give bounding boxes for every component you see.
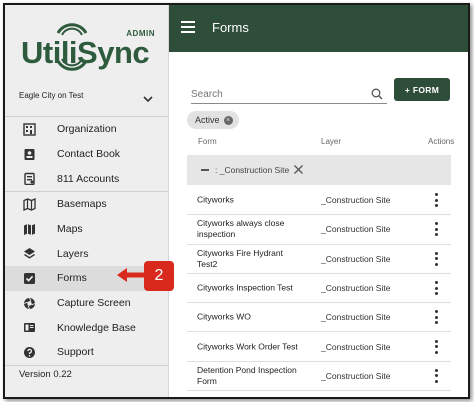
chip-label: Active	[195, 115, 220, 125]
main-content: + FORM Active × Form Layer Actions : _Co…	[169, 52, 468, 397]
form-name: Detention Pond Inspection Form	[197, 364, 297, 386]
column-header-actions: Actions	[428, 137, 455, 146]
forms-table-body: Cityworks _Construction Site Cityworks a…	[187, 186, 451, 392]
form-name: Cityworks WO	[197, 311, 251, 322]
column-header-form[interactable]: Form	[198, 137, 217, 146]
nav-group-admin: Organization Contact Book 811 Accounts	[5, 117, 168, 193]
map-outline-icon	[22, 197, 36, 211]
sidebar-item-label: Forms	[57, 272, 87, 285]
clipboard-icon	[22, 172, 36, 186]
camera-shutter-icon	[22, 296, 36, 310]
search-icon[interactable]	[371, 88, 383, 100]
sidebar-item-label: Contact Book	[57, 148, 121, 161]
layer-name: _Construction Site	[321, 341, 391, 352]
sidebar-item-contact-book[interactable]: Contact Book	[5, 142, 168, 167]
sidebar-item-label: Knowledge Base	[57, 321, 136, 334]
active-filter-chip[interactable]: Active ×	[187, 111, 239, 129]
book-icon	[22, 321, 36, 335]
form-name: Cityworks	[197, 194, 234, 205]
layer-name: _Construction Site	[321, 195, 391, 206]
callout-arrow-icon	[117, 268, 147, 282]
form-name: Cityworks Work Order Test	[197, 341, 298, 352]
sidebar-item-label: Basemaps	[57, 198, 107, 211]
callout-badge: 2	[144, 261, 174, 291]
sidebar: ADMIN UtiliSync Eagle City on Test Organ…	[5, 5, 169, 397]
utilisync-logo[interactable]: ADMIN UtiliSync	[19, 13, 159, 75]
more-actions-icon[interactable]	[433, 368, 439, 383]
checkbox-icon	[22, 271, 36, 285]
form-name: Cityworks always close inspection	[197, 218, 285, 240]
search-input[interactable]	[191, 86, 361, 102]
more-actions-icon[interactable]	[433, 281, 439, 296]
layers-icon	[22, 247, 36, 261]
collapse-group-icon[interactable]	[201, 169, 209, 171]
top-app-bar: Forms	[169, 5, 468, 52]
contact-book-icon	[22, 147, 36, 161]
page-title: Forms	[212, 20, 249, 35]
table-row[interactable]: Cityworks Work Order Test _Construction …	[187, 332, 451, 362]
chevron-down-icon[interactable]	[142, 93, 154, 105]
table-row[interactable]: Cityworks Inspection Test _Construction …	[187, 274, 451, 304]
building-icon	[22, 122, 36, 136]
table-row[interactable]: Cityworks always close inspection _Const…	[187, 215, 451, 245]
column-header-layer[interactable]: Layer	[321, 137, 341, 146]
more-actions-icon[interactable]	[433, 222, 439, 237]
workspace-name: Eagle City on Test	[19, 91, 84, 100]
help-circle-icon	[22, 345, 36, 359]
workspace-selector[interactable]: Eagle City on Test	[5, 81, 168, 117]
app-window: ADMIN UtiliSync Eagle City on Test Organ…	[3, 3, 470, 399]
sidebar-item-label: Layers	[57, 247, 89, 260]
group-row: : _Construction Site	[187, 155, 451, 185]
sidebar-item-capture-screen[interactable]: Capture Screen	[5, 291, 168, 316]
sidebar-item-label: Maps	[57, 223, 83, 236]
layer-name: _Construction Site	[321, 253, 391, 264]
form-name: Cityworks Inspection Test	[197, 282, 293, 293]
table-row[interactable]: Detention Pond Inspection Form _Construc…	[187, 362, 451, 392]
group-label: : _Construction Site	[215, 165, 290, 175]
version-label: Version 0.22	[19, 369, 72, 380]
map-icon	[22, 222, 36, 236]
table-row[interactable]: Cityworks Fire Hydrant Test2 _Constructi…	[187, 245, 451, 274]
form-name: Cityworks Fire Hydrant Test2	[197, 247, 283, 269]
logo-wordmark: UtiliSync	[21, 35, 150, 70]
layer-name: _Construction Site	[321, 283, 391, 294]
sidebar-item-organization[interactable]: Organization	[5, 117, 168, 142]
sidebar-item-knowledge-base[interactable]: Knowledge Base	[5, 315, 168, 340]
sidebar-item-support[interactable]: Support	[5, 340, 168, 365]
sidebar-item-811-accounts[interactable]: 811 Accounts	[5, 166, 168, 191]
chip-close-icon[interactable]: ×	[223, 115, 233, 125]
layer-name: _Construction Site	[321, 370, 391, 381]
sidebar-item-label: Organization	[57, 123, 117, 136]
sidebar-item-label: Support	[57, 346, 94, 359]
table-row[interactable]: Cityworks WO _Construction Site	[187, 303, 451, 333]
sidebar-item-label: 811 Accounts	[57, 172, 120, 185]
hamburger-icon[interactable]	[181, 21, 195, 33]
sidebar-item-basemaps[interactable]: Basemaps	[5, 192, 168, 217]
layer-name: _Construction Site	[321, 224, 391, 235]
add-form-button[interactable]: + FORM	[394, 78, 450, 101]
more-actions-icon[interactable]	[433, 193, 439, 208]
sidebar-item-label: Capture Screen	[57, 297, 131, 310]
remove-group-icon[interactable]	[293, 164, 304, 175]
layer-name: _Construction Site	[321, 312, 391, 323]
sidebar-item-maps[interactable]: Maps	[5, 217, 168, 242]
search-field	[191, 86, 387, 104]
more-actions-icon[interactable]	[433, 251, 439, 266]
more-actions-icon[interactable]	[433, 310, 439, 325]
more-actions-icon[interactable]	[433, 339, 439, 354]
table-row[interactable]: Cityworks _Construction Site	[187, 186, 451, 216]
